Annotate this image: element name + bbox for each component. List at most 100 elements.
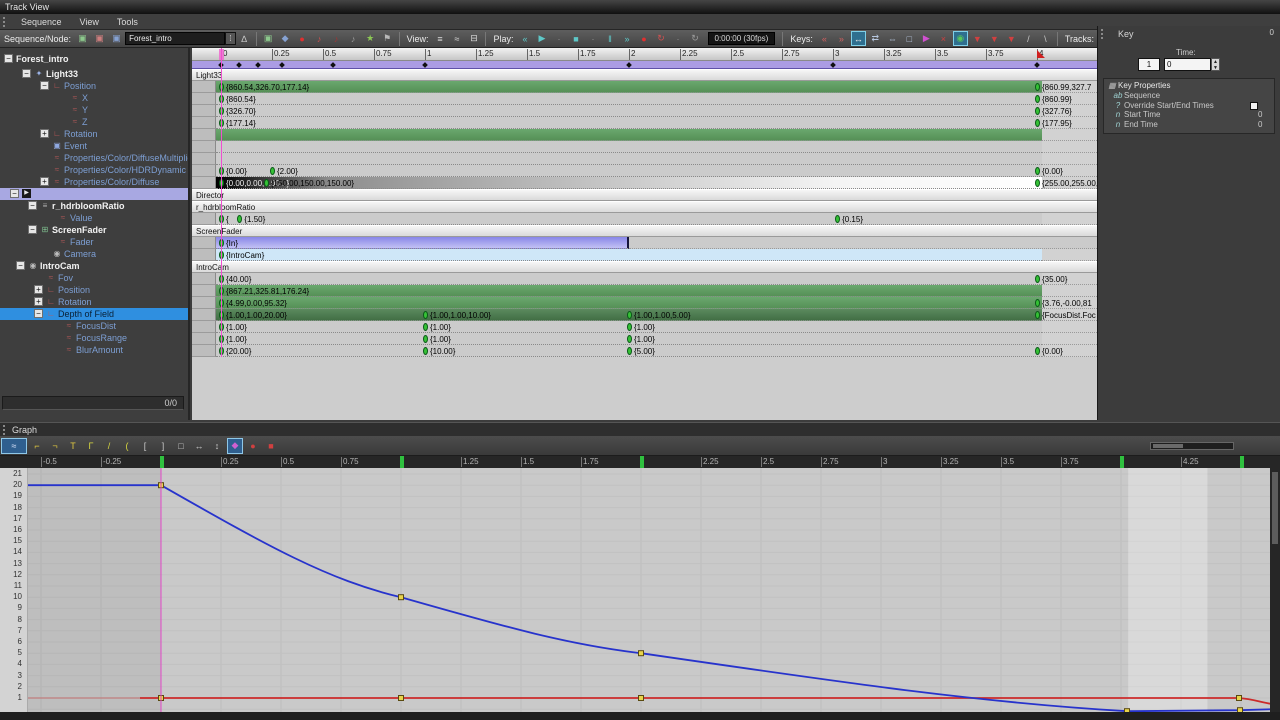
director-camera-track-color-cell[interactable] [192, 249, 216, 261]
blur-amount-track-key[interactable] [423, 347, 428, 355]
record-curve-icon[interactable]: ● [245, 438, 261, 454]
light-hdr-dynamic-track[interactable]: {0.00}{2.00}{0.00} [192, 165, 1097, 177]
edit-node-icon[interactable]: ◆ [278, 31, 293, 46]
light-position-z-track-bar[interactable] [216, 117, 1042, 129]
timeline-ruler[interactable]: 00.250.50.7511.251.51.7522.252.52.7533.2… [192, 48, 1097, 61]
depth-of-field-track-color-cell[interactable] [192, 309, 216, 321]
tree-item-fov[interactable]: ≈Fov [0, 272, 190, 284]
introcam-rotation-track-bar[interactable] [216, 297, 1042, 309]
key-panel-drag-handle[interactable] [1101, 29, 1106, 39]
tree-item-screenfader[interactable]: −⊞ScreenFader [0, 224, 190, 236]
depth-of-field-track-key[interactable] [627, 311, 632, 319]
delete-sequence-icon[interactable]: ▣ [92, 31, 107, 46]
introcam-rotation-track-color-cell[interactable] [192, 297, 216, 309]
view-curve-editor-icon[interactable]: ≈ [449, 31, 464, 46]
focus-range-track-color-cell[interactable] [192, 333, 216, 345]
property-row-start-time[interactable]: nStart Time0 [1112, 110, 1280, 119]
blur-amount-track-key[interactable] [627, 347, 632, 355]
focus-range-track-key[interactable] [423, 335, 428, 343]
light-diffuse-color-track-color-cell[interactable] [192, 177, 216, 189]
focus-dist-track-key[interactable] [627, 323, 632, 331]
tree-item-properties-color-hdrdynamic[interactable]: ≈Properties/Color/HDRDynamic [0, 164, 190, 176]
hdrbloom-value-track-bar[interactable] [216, 213, 1042, 225]
freeze-curve-icon[interactable]: ■ [263, 438, 279, 454]
summary-key-diamond[interactable] [830, 62, 836, 68]
graph-vertical-scrollbar[interactable] [1270, 468, 1280, 712]
screenfader-fader-track-bar[interactable] [216, 237, 629, 249]
tangent-auto-icon[interactable]: T [65, 438, 81, 454]
curve-key[interactable] [639, 651, 644, 656]
tree-item-bluramount[interactable]: ≈BlurAmount [0, 344, 190, 356]
hdrbloom-section[interactable]: r_hdrbloomRatio [192, 201, 1097, 213]
light-position-x-track[interactable]: {860.54}{860.99} [192, 93, 1097, 105]
depth-of-field-track-key[interactable] [423, 311, 428, 319]
dot-separator-icon[interactable]: · [586, 31, 601, 46]
toolbar-drag-handle[interactable] [3, 17, 8, 27]
light-hdr-dynamic-track-key[interactable] [1035, 167, 1040, 175]
graph-time-ruler[interactable]: -0.5-0.250.250.50.751.251.51.752.252.52.… [0, 456, 1280, 468]
light-position-y-track-key[interactable] [1035, 107, 1040, 115]
light-diffuse-color-track-key[interactable] [264, 179, 269, 187]
light-event-track-bar[interactable] [216, 141, 1042, 153]
sync-selected-tracks-icon[interactable]: ◉ [953, 31, 968, 46]
play-loop-icon[interactable]: ↻ [654, 31, 669, 46]
light-hdr-dynamic-track-bar[interactable] [216, 165, 1042, 177]
blur-amount-track-key[interactable] [1035, 347, 1040, 355]
loop-icon[interactable]: ↻ [688, 31, 703, 46]
key-time-spinner[interactable]: ▲▼ [1211, 58, 1220, 71]
tree-item-position[interactable]: +∟Position [0, 284, 190, 296]
tree-item-rotation[interactable]: +∟Rotation [0, 128, 190, 140]
depth-of-field-track[interactable]: {1.00,1.00,20.00}{1.00,1.00,10.00}{1.00,… [192, 309, 1097, 321]
graph-zoom-slider-handle[interactable] [1153, 444, 1183, 448]
light33-section[interactable]: Light33 [192, 69, 1097, 81]
light-position-x-track-color-cell[interactable] [192, 93, 216, 105]
property-row-sequence[interactable]: abSequence [1112, 91, 1280, 100]
director-section[interactable]: Director [192, 189, 1097, 201]
pause-flag-icon[interactable]: ⚑ [380, 31, 395, 46]
summary-key-diamond[interactable] [1034, 62, 1040, 68]
light-position-track-key[interactable] [1035, 83, 1040, 91]
light-position-y-track-bar[interactable] [216, 105, 1042, 117]
curve-step-icon[interactable]: Γ [83, 438, 99, 454]
summary-key-diamond[interactable] [330, 62, 336, 68]
screenfader-fader-track[interactable]: {In} [192, 237, 1097, 249]
light-rotation-track[interactable] [192, 129, 1097, 141]
tree-item-r-hdrbloomratio[interactable]: −≡r_hdrbloomRatio [0, 200, 190, 212]
light-position-z-track-key[interactable] [1035, 119, 1040, 127]
snap-magnet-icon[interactable]: \ [1038, 31, 1053, 46]
expand-icon[interactable]: + [34, 285, 43, 294]
fit-vertical-icon[interactable]: ↕ [209, 438, 225, 454]
sound-icon[interactable]: ♪ [312, 31, 327, 46]
light-position-z-track[interactable]: {177.14}{177.95} [192, 117, 1097, 129]
introcam-position-track[interactable]: {867.21,325.81,176.24} [192, 285, 1097, 297]
introcam-fov-track-color-cell[interactable] [192, 273, 216, 285]
light-position-y-track[interactable]: {326.70}{327.76} [192, 105, 1097, 117]
sequence-properties-icon[interactable]: ∆ [237, 31, 252, 46]
light-rotation-track-bar[interactable] [216, 129, 1042, 141]
box-select-icon[interactable]: □ [173, 438, 189, 454]
add-sequence-icon[interactable]: ▣ [75, 31, 90, 46]
menu-view[interactable]: View [71, 15, 108, 29]
summary-key-diamond[interactable] [422, 62, 428, 68]
depth-of-field-track-key[interactable] [1035, 311, 1040, 319]
previous-key-icon[interactable]: « [817, 31, 832, 46]
graph-plot-area[interactable]: 212019181716151413121110987654321 [0, 468, 1280, 712]
pause-playback-icon[interactable]: ‖ [603, 31, 618, 46]
sequence-combo[interactable]: Forest_intro [125, 32, 225, 45]
add-node-icon[interactable]: ▣ [261, 31, 276, 46]
limit-end-icon[interactable]: ] [155, 438, 171, 454]
tree-item-event[interactable]: ▣Event [0, 140, 190, 152]
light-position-y-track-color-cell[interactable] [192, 105, 216, 117]
light-position-x-track-key[interactable] [1035, 95, 1040, 103]
property-row-override-start-end-times[interactable]: ?Override Start/End Times [1112, 101, 1280, 110]
screenfader-section[interactable]: ScreenFader [192, 225, 1097, 237]
summary-key-diamond[interactable] [279, 62, 285, 68]
menu-tools[interactable]: Tools [108, 15, 147, 29]
collapse-icon[interactable]: − [16, 261, 25, 270]
key-time-field[interactable]: 0 [1164, 58, 1211, 71]
tangent-in-icon[interactable]: ⌐ [29, 438, 45, 454]
tree-item-focusrange[interactable]: ≈FocusRange [0, 332, 190, 344]
light-diffuse-multiplier-track-bar[interactable] [216, 153, 1042, 165]
curve-key[interactable] [399, 696, 404, 701]
tree-item-rotation[interactable]: +∟Rotation [0, 296, 190, 308]
